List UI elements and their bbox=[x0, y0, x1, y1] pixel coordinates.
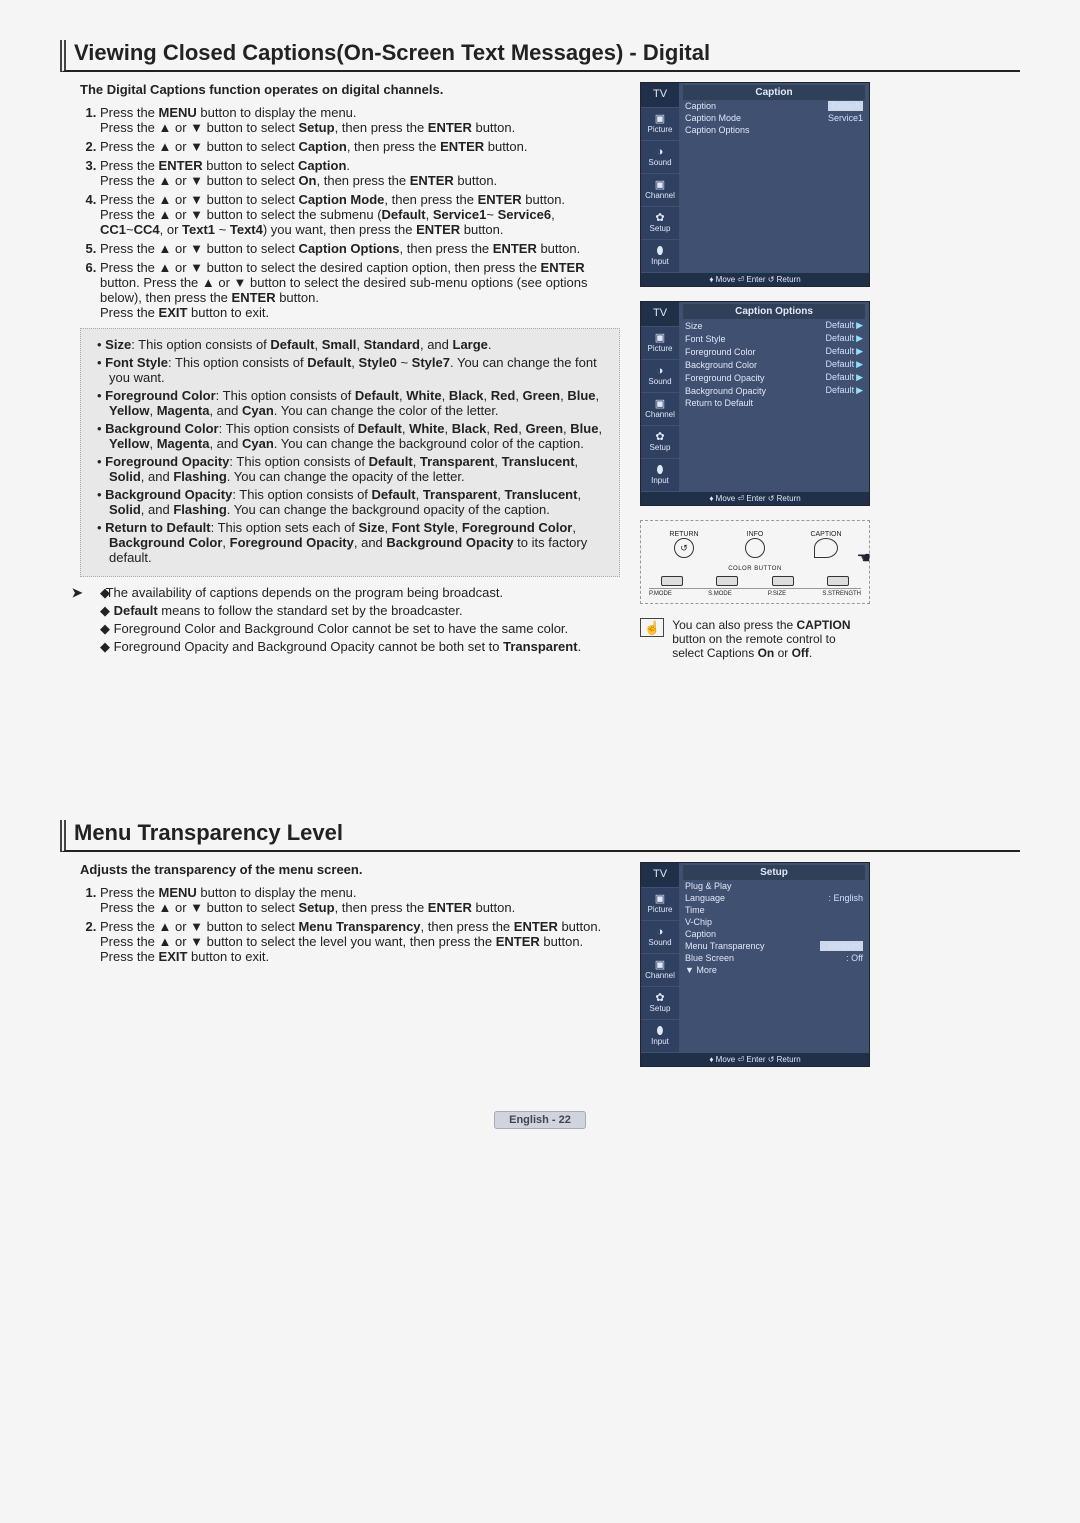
sidebar-item: ⬮Input bbox=[641, 240, 679, 273]
osd-row: CaptionDefault bbox=[683, 100, 865, 112]
caption-button-icon bbox=[814, 538, 838, 558]
color-button-icon bbox=[716, 576, 738, 586]
tip-box: ☝ You can also press the CAPTION button … bbox=[640, 618, 870, 660]
section2-title: Menu Transparency Level bbox=[60, 820, 1020, 852]
sidebar-item: ▣Picture bbox=[641, 108, 679, 141]
option: Background Opacity: This option consists… bbox=[109, 487, 607, 517]
sidebar-item: ▣Channel bbox=[641, 174, 679, 207]
option: Foreground Color: This option consists o… bbox=[109, 388, 607, 418]
hand-press-icon: ☝ bbox=[640, 618, 664, 637]
option: Foreground Opacity: This option consists… bbox=[109, 454, 607, 484]
osd-header: Caption Options bbox=[683, 304, 865, 319]
osd-caption-options-menu: TV ▣Picture ◑Sound ▣Channel ✿Setup ⬮Inpu… bbox=[640, 301, 870, 506]
osd-footer: ♦ Move ⏎ Enter ↺ Return bbox=[641, 1053, 869, 1066]
option: Font Style: This option consists of Defa… bbox=[109, 355, 607, 385]
note: ➤The availability of captions depends on… bbox=[100, 585, 620, 601]
osd-footer: ♦ Move ⏎ Enter ↺ Return bbox=[641, 273, 869, 286]
osd-setup-menu: TV ▣Picture ◑Sound ▣Channel ✿Setup ⬮Inpu… bbox=[640, 862, 870, 1067]
color-button-icon bbox=[772, 576, 794, 586]
sidebar-item: ◑Sound bbox=[641, 141, 679, 174]
section1-intro: The Digital Captions function operates o… bbox=[80, 82, 620, 97]
option: Return to Default: This option sets each… bbox=[109, 520, 607, 565]
note: Default means to follow the standard set… bbox=[100, 603, 620, 619]
tip-text: You can also press the CAPTION button on… bbox=[672, 618, 870, 660]
page-number: English - 22 bbox=[494, 1111, 586, 1129]
section2-steps: Press the MENU button to display the men… bbox=[60, 885, 620, 964]
page-footer: English - 22 bbox=[60, 1111, 1020, 1126]
section2-intro: Adjusts the transparency of the menu scr… bbox=[80, 862, 620, 877]
step: Press the ▲ or ▼ button to select Captio… bbox=[100, 139, 620, 154]
return-button-icon: ↺ bbox=[674, 538, 694, 558]
sidebar-item: ✿Setup bbox=[641, 207, 679, 240]
note: Foreground Opacity and Background Opacit… bbox=[100, 639, 620, 655]
section1-steps: Press the MENU button to display the men… bbox=[60, 105, 620, 320]
color-button-icon bbox=[827, 576, 849, 586]
step: Press the MENU button to display the men… bbox=[100, 105, 620, 135]
osd-row: Caption Options bbox=[683, 124, 865, 136]
step: Press the ▲ or ▼ button to select the de… bbox=[100, 260, 620, 320]
notes-block: ➤The availability of captions depends on… bbox=[100, 585, 620, 655]
step: Press the ENTER button to select Caption… bbox=[100, 158, 620, 188]
step: Press the ▲ or ▼ button to select Menu T… bbox=[100, 919, 620, 964]
pointer-icon: ☚ bbox=[857, 551, 871, 567]
option: Size: This option consists of Default, S… bbox=[109, 337, 607, 352]
remote-illustration: ☚ RETURN↺ INFO CAPTION COLOR BUTTON P.MO… bbox=[640, 520, 870, 604]
osd-caption-menu: TV ▣Picture ◑Sound ▣Channel ✿Setup ⬮Inpu… bbox=[640, 82, 870, 287]
option: Background Color: This option consists o… bbox=[109, 421, 607, 451]
note: Foreground Color and Background Color ca… bbox=[100, 621, 620, 637]
step: Press the MENU button to display the men… bbox=[100, 885, 620, 915]
osd-header: Setup bbox=[683, 865, 865, 880]
color-button-icon bbox=[661, 576, 683, 586]
step: Press the ▲ or ▼ button to select Captio… bbox=[100, 192, 620, 237]
options-box: Size: This option consists of Default, S… bbox=[80, 328, 620, 577]
osd-footer: ♦ Move ⏎ Enter ↺ Return bbox=[641, 492, 869, 505]
info-button-icon bbox=[745, 538, 765, 558]
step: Press the ▲ or ▼ button to select Captio… bbox=[100, 241, 620, 256]
section1-title: Viewing Closed Captions(On-Screen Text M… bbox=[60, 40, 1020, 72]
osd-row: Caption ModeService1 bbox=[683, 112, 865, 124]
osd-header: Caption bbox=[683, 85, 865, 100]
